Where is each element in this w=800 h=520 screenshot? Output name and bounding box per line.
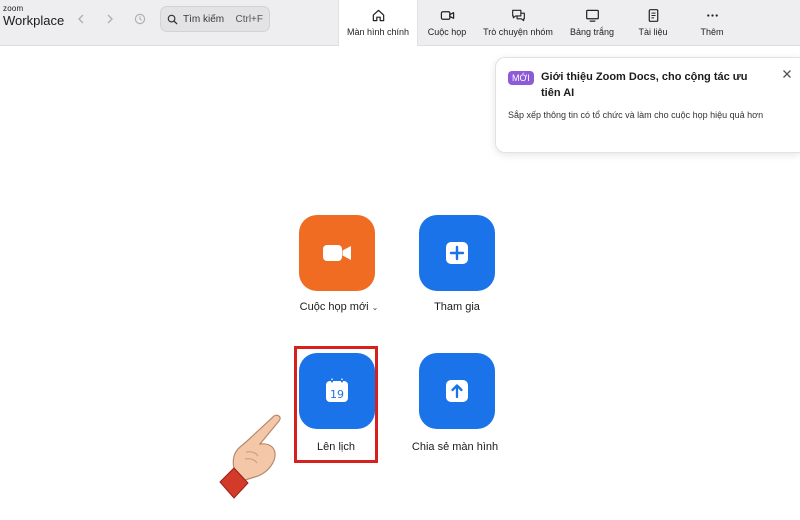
new-meeting-text: Cuộc họp mới (299, 301, 369, 313)
pointing-hand-icon (219, 414, 281, 499)
chat-icon (511, 9, 525, 22)
tab-label: Màn hình chính (346, 27, 410, 37)
new-meeting-label[interactable]: Cuộc họp mới ⌄ (284, 301, 394, 313)
schedule-highlight-box (294, 346, 378, 463)
brand-big-text: Workplace (3, 13, 65, 28)
search-placeholder: Tìm kiếm (183, 13, 225, 25)
tab-docs[interactable]: Tài liệu (624, 0, 682, 46)
main-tabs: Màn hình chính Cuộc họp Trò chuyện nhóm … (338, 0, 742, 46)
top-bar: zoom Workplace Tìm kiếm Ctrl+F Màn hình … (0, 0, 800, 46)
search-icon (167, 14, 178, 25)
join-icon (446, 242, 468, 264)
chevron-left-icon (78, 14, 84, 24)
tab-label: Cuộc họp (427, 27, 467, 37)
upload-arrow-icon (446, 380, 468, 402)
join-label[interactable]: Tham gia (402, 301, 512, 313)
forward-button[interactable] (101, 10, 119, 28)
share-screen-button[interactable] (419, 353, 495, 429)
back-button[interactable] (72, 10, 90, 28)
zoom-home-screen: zoom Workplace Tìm kiếm Ctrl+F Màn hình … (0, 0, 800, 520)
close-icon[interactable] (781, 68, 793, 80)
tab-label: Bảng trắng (569, 27, 615, 37)
whiteboard-icon (585, 9, 599, 22)
history-icon (134, 13, 146, 25)
video-camera-icon (440, 11, 454, 20)
new-badge: MỚI (508, 71, 534, 85)
tab-meetings[interactable]: Cuộc họp (418, 0, 476, 46)
notification-description: Sắp xếp thông tin có tổ chức và làm cho … (508, 110, 764, 120)
share-screen-label[interactable]: Chia sẻ màn hình (400, 441, 510, 453)
app-logo: zoom Workplace (3, 4, 65, 28)
tab-home[interactable]: Màn hình chính (338, 0, 418, 46)
chevron-down-icon[interactable]: ⌄ (372, 303, 379, 312)
notification-title: Giới thiệu Zoom Docs, cho cộng tác ưu ti… (541, 71, 748, 99)
join-button[interactable] (419, 215, 495, 291)
tab-label: Trò chuyện nhóm (483, 27, 553, 37)
history-button[interactable] (131, 10, 149, 28)
tab-label: Tài liệu (638, 27, 668, 37)
search-input[interactable]: Tìm kiếm Ctrl+F (160, 6, 270, 32)
tab-team-chat[interactable]: Trò chuyện nhóm (476, 0, 560, 46)
more-icon (706, 14, 718, 17)
chevron-right-icon (107, 14, 113, 24)
document-icon (648, 9, 658, 22)
tab-more[interactable]: Thêm (682, 0, 742, 46)
tab-label: Thêm (700, 27, 724, 37)
zoom-docs-notification[interactable]: MỚI Giới thiệu Zoom Docs, cho cộng tác ư… (495, 57, 800, 153)
new-meeting-button[interactable] (299, 215, 375, 291)
home-icon (372, 9, 384, 22)
video-camera-icon (323, 245, 351, 261)
search-shortcut: Ctrl+F (235, 13, 264, 25)
tab-whiteboard[interactable]: Bảng trắng (560, 0, 624, 46)
brand-small-text: zoom (3, 4, 24, 13)
